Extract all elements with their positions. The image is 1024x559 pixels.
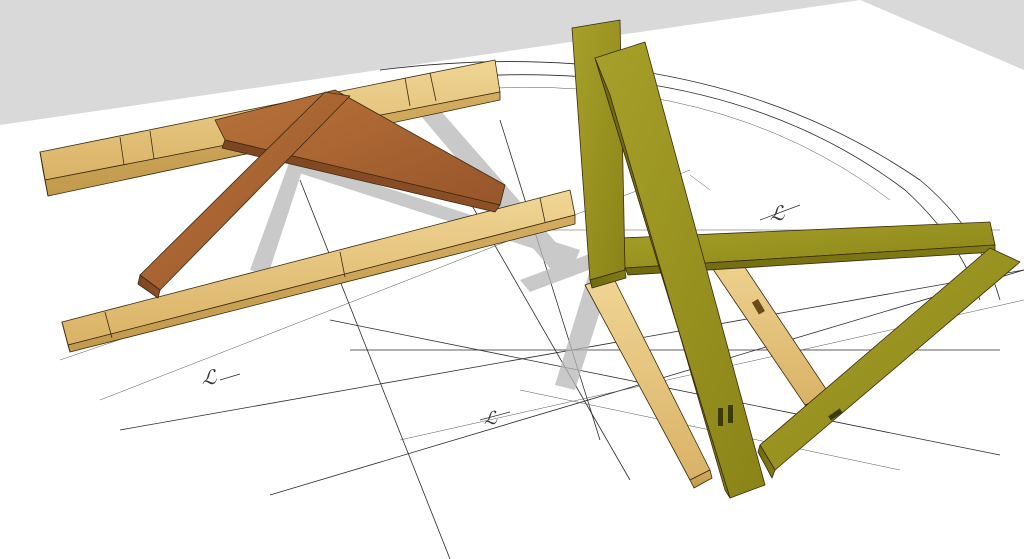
annotation-mark-center: ℒ: [484, 408, 498, 429]
timber-frame-3d-model-viewport[interactable]: ℒ ℒ ℒ: [0, 0, 1024, 559]
annotation-mark-left: ℒ: [202, 365, 217, 389]
annotation-mark-right: ℒ: [770, 201, 785, 225]
